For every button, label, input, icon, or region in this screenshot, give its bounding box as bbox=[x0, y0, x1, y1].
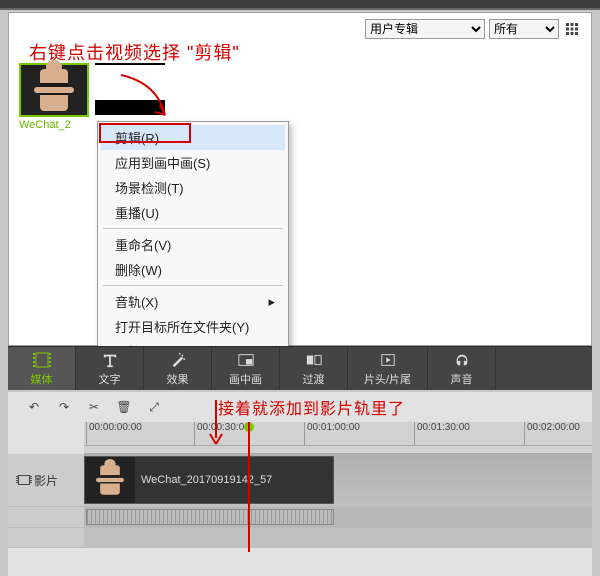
clip-title: WeChat_20170919142_57 bbox=[135, 474, 272, 486]
tab-pip[interactable]: 画中画 bbox=[212, 347, 280, 390]
playhead-line[interactable] bbox=[248, 422, 250, 552]
annotation-bottom: 接着就添加到影片轨里了 bbox=[218, 395, 405, 419]
ruler-tick: 00:01:30:00 bbox=[414, 422, 470, 445]
text-icon bbox=[101, 351, 119, 369]
timeline-ruler[interactable]: 00:00:00:00 00:00:30:00 00:01:00:00 00:0… bbox=[84, 422, 592, 446]
ctx-item-open-folder[interactable]: 打开目标所在文件夹(Y) bbox=[101, 314, 285, 339]
ctx-item-replay[interactable]: 重播(U) bbox=[101, 200, 285, 225]
thumbnail-caption: WeChat_2 bbox=[19, 119, 89, 131]
timeline-area: ↶ ↷ ✂ 🗑 ⤢ 接着就添加到影片轨里了 00:00:00:00 00:00:… bbox=[8, 392, 592, 576]
pip-icon bbox=[237, 351, 255, 369]
ctx-item-delete[interactable]: 删除(W) bbox=[101, 257, 285, 282]
annotation-arrow-down-icon bbox=[206, 400, 226, 446]
tab-label: 文字 bbox=[99, 371, 121, 387]
wand-icon bbox=[169, 351, 187, 369]
intro-icon bbox=[379, 351, 397, 369]
tab-media[interactable]: 媒体 bbox=[8, 347, 76, 390]
ruler-spacer bbox=[84, 446, 592, 454]
transition-icon bbox=[305, 351, 323, 369]
extra-track bbox=[8, 528, 592, 548]
context-menu: 剪辑(R) 应用到画中画(S) 场景检测(T) 重播(U) 重命名(V) 删除(… bbox=[97, 121, 289, 368]
album-select[interactable]: 用户专辑 bbox=[365, 19, 485, 39]
ruler-tick: 00:02:00:00 bbox=[524, 422, 580, 445]
tab-label: 媒体 bbox=[31, 371, 53, 387]
trash-icon[interactable]: 🗑 bbox=[116, 399, 132, 415]
cut-icon[interactable]: ✂ bbox=[86, 399, 102, 415]
module-toolbar: 媒体 文字 效果 画中画 过渡 片头/片尾 声音 bbox=[8, 346, 592, 390]
ctx-item-pip[interactable]: 应用到画中画(S) bbox=[101, 150, 285, 175]
track-label-video: 影片 bbox=[8, 472, 84, 489]
ctx-separator bbox=[103, 228, 283, 229]
tab-label: 声音 bbox=[451, 371, 473, 387]
clip-thumbnail bbox=[85, 457, 135, 503]
tab-label: 过渡 bbox=[303, 371, 325, 387]
video-clip[interactable]: WeChat_20170919142_57 bbox=[84, 456, 334, 504]
ctx-item-scene-detect[interactable]: 场景检测(T) bbox=[101, 175, 285, 200]
title-bar bbox=[0, 0, 600, 10]
audio-track bbox=[8, 507, 592, 528]
ctx-separator bbox=[103, 285, 283, 286]
ctx-item-rename[interactable]: 重命名(V) bbox=[101, 232, 285, 257]
scope-select[interactable]: 所有 bbox=[489, 19, 559, 39]
ruler-tick: 00:01:00:00 bbox=[304, 422, 360, 445]
ctx-item-edit[interactable]: 剪辑(R) bbox=[101, 125, 285, 150]
media-thumbnail-1[interactable]: WeChat_2 bbox=[19, 63, 89, 131]
extra-lane[interactable] bbox=[84, 528, 592, 548]
video-lane[interactable]: WeChat_20170919142_57 bbox=[84, 454, 592, 506]
audio-lane[interactable] bbox=[84, 507, 592, 527]
chevron-right-icon: ▸ bbox=[268, 294, 275, 310]
view-grid-icon[interactable] bbox=[563, 20, 581, 38]
tab-intro-outro[interactable]: 片头/片尾 bbox=[348, 347, 428, 390]
filter-row: 用户专辑 所有 bbox=[365, 19, 581, 39]
video-track: 影片 WeChat_20170919142_57 bbox=[8, 454, 592, 507]
film-icon bbox=[33, 351, 51, 369]
annotation-top: 右键点击视频选择 "剪辑" bbox=[29, 39, 240, 65]
tab-label: 效果 bbox=[167, 371, 189, 387]
undo-icon[interactable]: ↶ bbox=[26, 399, 42, 415]
tab-label: 片头/片尾 bbox=[364, 371, 411, 387]
tab-transition[interactable]: 过渡 bbox=[280, 347, 348, 390]
tab-sound[interactable]: 声音 bbox=[428, 347, 496, 390]
tab-text[interactable]: 文字 bbox=[76, 347, 144, 390]
tab-effects[interactable]: 效果 bbox=[144, 347, 212, 390]
ruler-tick: 00:00:00:00 bbox=[86, 422, 142, 445]
tab-label: 画中画 bbox=[229, 371, 262, 387]
redo-icon[interactable]: ↷ bbox=[56, 399, 72, 415]
ctx-item-audio-track[interactable]: 音轨(X)▸ bbox=[101, 289, 285, 314]
sound-icon bbox=[453, 351, 471, 369]
audio-waveform bbox=[86, 509, 334, 525]
film-icon bbox=[18, 475, 30, 485]
media-pane: 用户专辑 所有 WeChat_2 右键点击视频选择 "剪辑" 剪辑(R) 应用到… bbox=[8, 12, 592, 346]
zoom-timeline-icon[interactable]: ⤢ bbox=[146, 399, 162, 415]
